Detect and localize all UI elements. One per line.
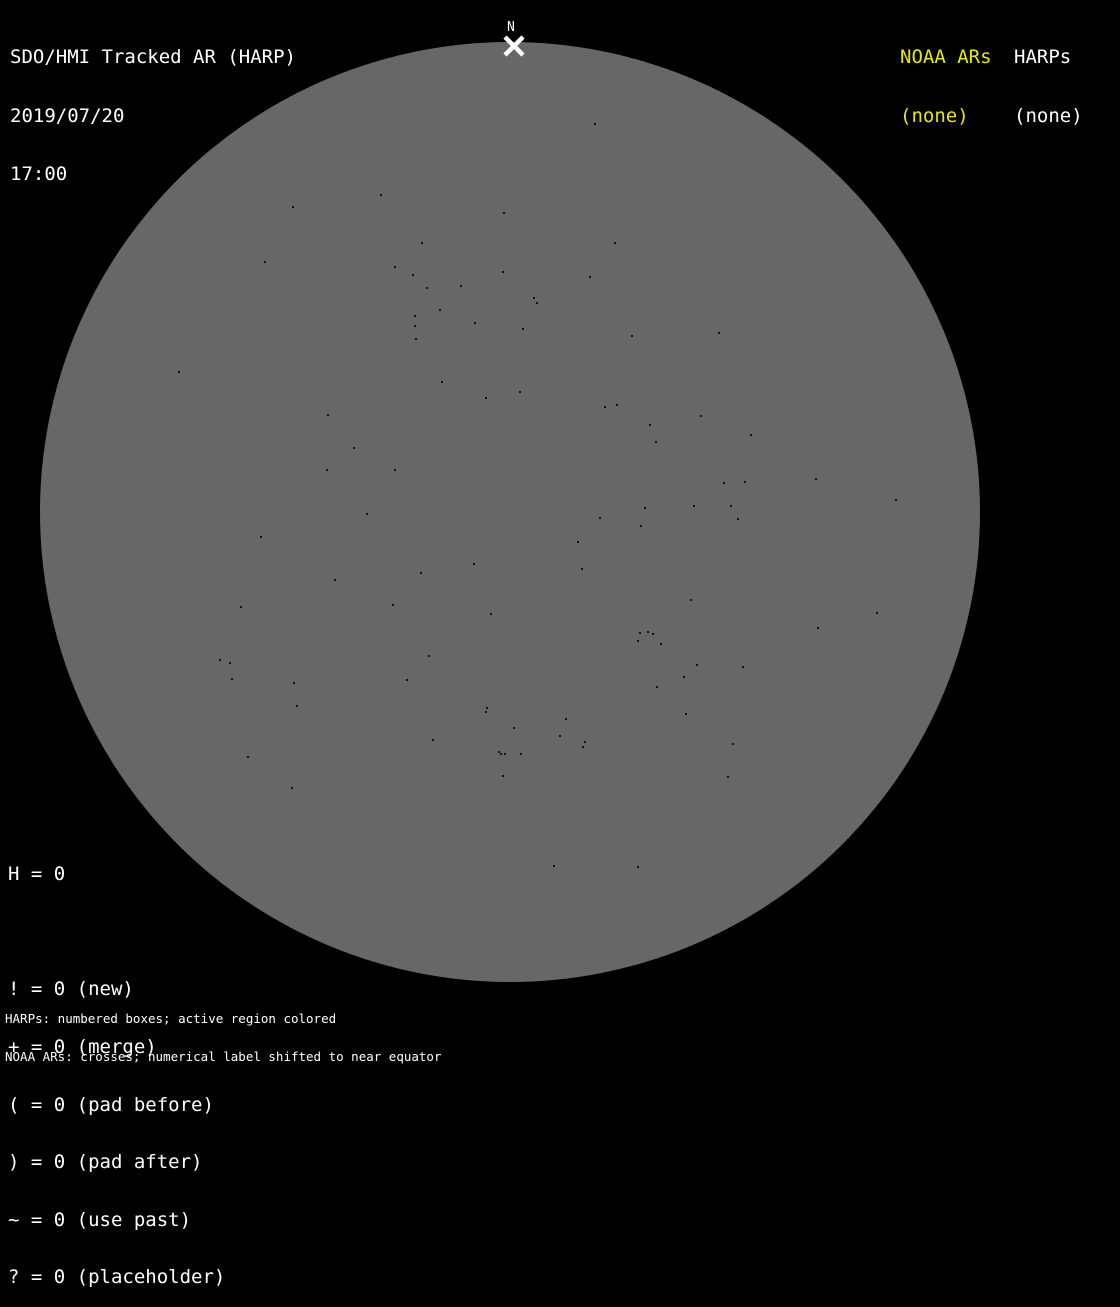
legend-item-placeholder: ? = 0 (placeholder) [8,1266,226,1289]
harps-status: HARPs (none) [1014,9,1083,146]
date-label: 2019/07/20 [10,104,125,127]
legend-item-use-past: ~ = 0 (use past) [8,1208,192,1231]
header: SDO/HMI Tracked AR (HARP) 2019/07/20 17:… [10,9,296,204]
harp-count-label: H = 0 [8,863,66,886]
footer-caption: HARPs: numbered boxes; active region col… [5,988,442,1076]
harps-label: HARPs [1014,46,1072,68]
north-label: N [507,20,515,35]
noaa-ars-label: NOAA ARs [900,46,992,68]
legend-item-pad-after: ) = 0 (pad after) [8,1151,203,1174]
noaa-ars-status: NOAA ARs (none) [900,9,992,146]
harps-value: (none) [1014,104,1083,127]
legend-item-pad-before: ( = 0 (pad before) [8,1093,214,1116]
time-label: 17:00 [10,163,68,185]
footer-line2: NOAA ARs: crosses; numerical label shift… [5,1048,442,1064]
legend-spacer [8,923,225,942]
noaa-ars-value: (none) [900,104,969,127]
page-title: SDO/HMI Tracked AR (HARP) [10,46,296,68]
